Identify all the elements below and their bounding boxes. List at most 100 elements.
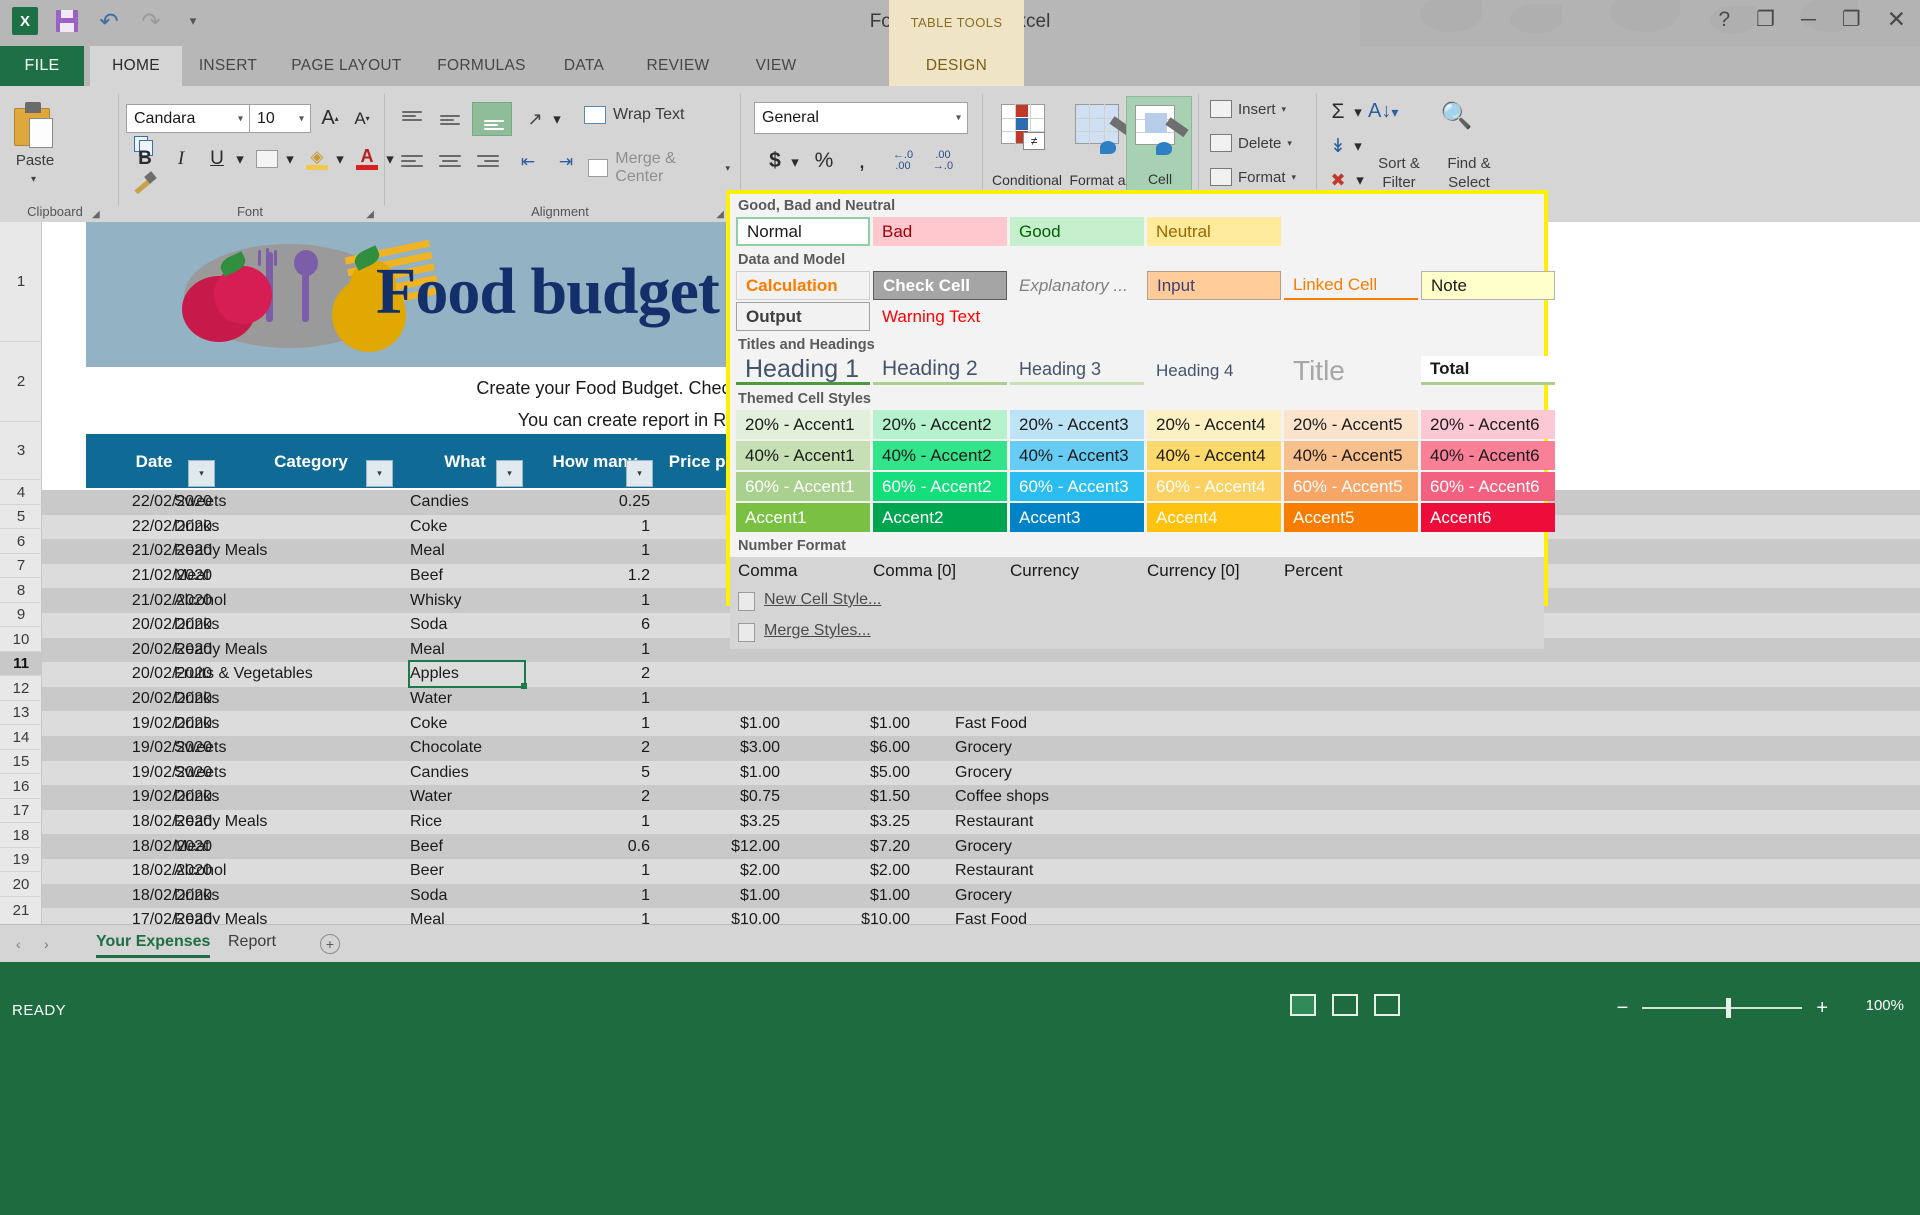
table-cell[interactable]: $7.20 — [790, 834, 910, 859]
table-cell[interactable]: Meal — [410, 638, 540, 663]
row-header-18[interactable]: 18 — [0, 823, 42, 848]
table-cell[interactable]: Soda — [410, 613, 540, 638]
row-header-14[interactable]: 14 — [0, 725, 42, 750]
table-row[interactable]: 18/02/2020 Drinks Soda 1 $1.00 $1.00 Grocery — [42, 883, 1920, 909]
table-cell[interactable]: Fast Food — [955, 711, 1165, 736]
table-cell[interactable]: Grocery — [955, 736, 1165, 761]
gallery-command-merge-styles[interactable]: Merge Styles... — [764, 622, 871, 640]
borders-chevron-icon[interactable]: ▾ — [283, 148, 297, 170]
number-format-comma-0[interactable]: Comma [0] — [873, 561, 956, 581]
table-cell[interactable]: 1 — [530, 908, 650, 924]
table-cell[interactable] — [955, 687, 1165, 712]
table-cell[interactable]: Beef — [410, 564, 540, 589]
row-header-2[interactable]: 2 — [0, 342, 42, 422]
close-button[interactable]: ✕ — [1887, 8, 1906, 31]
table-cell[interactable] — [955, 662, 1165, 687]
table-cell[interactable]: 0.25 — [530, 490, 650, 515]
tab-insert[interactable]: INSERT — [182, 46, 274, 86]
table-cell[interactable]: Grocery — [955, 884, 1165, 909]
borders-icon[interactable] — [252, 144, 282, 174]
add-sheet-button[interactable]: + — [320, 934, 340, 954]
table-cell[interactable]: Grocery — [955, 834, 1165, 859]
cell-style-accent4[interactable]: Accent4 — [1147, 503, 1281, 532]
underline-button[interactable]: U — [202, 144, 232, 174]
wrap-text-button[interactable]: Wrap Text — [584, 106, 684, 124]
table-cell[interactable]: Ready Meals — [174, 539, 352, 564]
increase-font-size-button[interactable]: A ▴ — [316, 104, 344, 133]
normal-view-button[interactable] — [1290, 994, 1316, 1016]
table-cell[interactable]: Alcohol — [174, 588, 352, 613]
tab-data[interactable]: DATA — [544, 46, 624, 86]
cell-style-40-accent5[interactable]: 40% - Accent5 — [1284, 441, 1418, 470]
table-cell[interactable]: Sweets — [174, 490, 352, 515]
cell-styles-gallery[interactable]: Good, Bad and Neutral Normal Bad Good Neutra… — [726, 190, 1555, 649]
cell-style-60-accent2[interactable]: 60% - Accent2 — [873, 472, 1007, 501]
cell-style-20-accent2[interactable]: 20% - Accent2 — [873, 410, 1007, 439]
table-cell[interactable]: 2 — [530, 736, 650, 761]
table-cell[interactable]: 1 — [530, 711, 650, 736]
row-header-6[interactable]: 6 — [0, 529, 42, 554]
gallery-command-new-cell-style[interactable]: New Cell Style... — [764, 591, 881, 609]
zoom-track[interactable] — [1642, 998, 1803, 1018]
table-cell[interactable]: $3.25 — [660, 810, 780, 835]
table-cell[interactable] — [660, 662, 780, 687]
tab-formulas[interactable]: FORMULAS — [419, 46, 544, 86]
decrease-indent-button[interactable]: ⇤ — [512, 148, 544, 176]
number-format-currency-0[interactable]: Currency [0] — [1147, 561, 1240, 581]
window-controls[interactable]: ? ❐ ─ ❐ ✕ — [1718, 8, 1906, 31]
table-cell[interactable]: $5.00 — [790, 761, 910, 786]
zoom-level[interactable]: 100% — [1866, 997, 1904, 1014]
cell-style-heading-2[interactable]: Heading 2 — [873, 356, 1007, 385]
table-cell[interactable]: 1 — [530, 859, 650, 884]
zoom-thumb[interactable] — [1726, 998, 1732, 1018]
table-cell[interactable]: Beef — [410, 834, 540, 859]
table-cell[interactable]: 1 — [530, 515, 650, 540]
table-cell[interactable]: Coffee shops — [955, 785, 1165, 810]
table-cell[interactable]: Sweets — [174, 761, 352, 786]
cell-style-accent1[interactable]: Accent1 — [736, 503, 870, 532]
percent-format-button[interactable]: % — [810, 146, 838, 176]
table-row[interactable]: 19/02/2020 Sweets Candies 5 $1.00 $5.00 Grocer… — [42, 760, 1920, 786]
sheet-nav-prev-icon[interactable]: ‹ — [16, 936, 21, 952]
paste-button[interactable] — [12, 100, 56, 148]
cell-style-total[interactable]: Total — [1421, 356, 1555, 385]
chevron-down-icon[interactable]: ▾ — [31, 174, 36, 185]
table-row[interactable]: 19/02/2020 Sweets Chocolate 2 $3.00 $6.00 Groc… — [42, 736, 1920, 761]
zoom-out-button[interactable]: − — [1617, 998, 1629, 1018]
row-header-17[interactable]: 17 — [0, 799, 42, 823]
table-cell[interactable]: $1.00 — [660, 884, 780, 909]
table-cell[interactable]: $2.00 — [790, 859, 910, 884]
table-cell[interactable]: 1.2 — [530, 564, 650, 589]
cell-style-calculation[interactable]: Calculation — [736, 271, 870, 300]
italic-button[interactable]: I — [166, 144, 196, 174]
cell-style-60-accent4[interactable]: 60% - Accent4 — [1147, 472, 1281, 501]
table-row[interactable]: 18/02/2020 Alcohol Beer 1 $2.00 $2.00 Restaura… — [42, 859, 1920, 884]
selected-cell[interactable] — [408, 660, 527, 690]
row-header-1[interactable]: 1 — [0, 222, 42, 342]
table-cell[interactable]: 6 — [530, 613, 650, 638]
table-cell[interactable]: 1 — [530, 539, 650, 564]
fill-chevron-icon[interactable]: ▾ — [1351, 136, 1365, 156]
table-cell[interactable]: Restaurant — [955, 859, 1165, 884]
row-header-15[interactable]: 15 — [0, 750, 42, 774]
table-cell[interactable]: Sweets — [174, 736, 352, 761]
tab-home[interactable]: HOME — [90, 46, 182, 86]
alignment-dialog-launcher[interactable]: ◢ — [716, 209, 724, 220]
gallery-command-row[interactable]: Merge Styles... — [730, 618, 1544, 649]
table-cell[interactable]: 2 — [530, 785, 650, 810]
cell-style-60-accent6[interactable]: 60% - Accent6 — [1421, 472, 1555, 501]
insert-cells-button[interactable]: Insert ▾ — [1210, 100, 1286, 118]
decrease-decimal-button[interactable]: ←.0.00 — [886, 144, 920, 178]
cell-style-check-cell[interactable]: Check Cell — [873, 271, 1007, 300]
table-cell[interactable]: $12.00 — [660, 834, 780, 859]
table-cell[interactable]: 2 — [530, 662, 650, 687]
table-row[interactable]: 19/02/2020 Drinks Water 2 $0.75 $1.50 Coffee s… — [42, 785, 1920, 810]
cell-style-input[interactable]: Input — [1147, 271, 1281, 300]
fill-color-icon[interactable]: ◈ — [302, 142, 332, 176]
table-cell[interactable]: Water — [410, 785, 540, 810]
number-format-select[interactable]: General ▾ — [754, 102, 968, 134]
table-cell[interactable]: Alcohol — [174, 859, 352, 884]
table-cell[interactable]: Chocolate — [410, 736, 540, 761]
restore-button[interactable]: ❐ — [1842, 9, 1861, 30]
table-cell[interactable]: $0.75 — [660, 785, 780, 810]
